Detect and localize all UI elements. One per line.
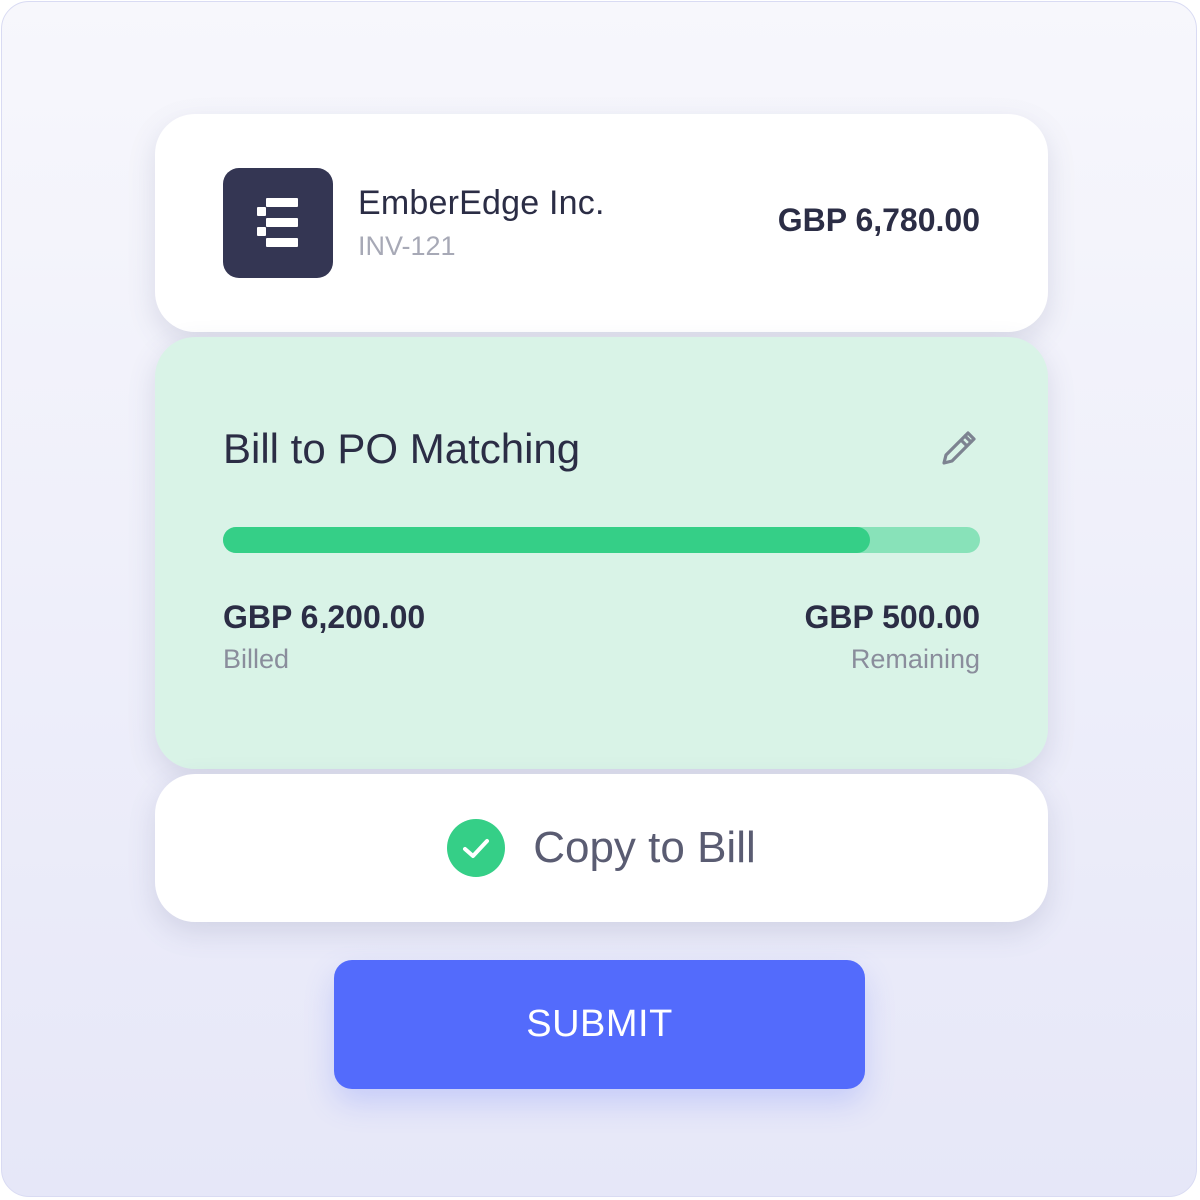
billed-label: Billed <box>223 644 290 674</box>
check-circle-icon <box>447 819 506 877</box>
matching-progress-fill <box>223 527 871 553</box>
vendor-card: EmberEdge Inc. INV-121 GBP 6,780.00 <box>155 114 1048 332</box>
matching-progress-bar <box>223 527 980 553</box>
vendor-name: EmberEdge Inc. <box>358 184 605 222</box>
copy-to-bill-toggle[interactable]: Copy to Bill <box>155 774 1048 922</box>
remaining-label: Remaining <box>850 644 980 674</box>
invoice-amount: GBP 6,780.00 <box>777 202 980 238</box>
po-matching-card: Bill to PO Matching GBP 6,200.00 Billed … <box>155 337 1048 769</box>
submit-button[interactable]: SUBMIT <box>334 960 865 1089</box>
remaining-amount: GBP 500.00 <box>804 599 980 635</box>
copy-to-bill-content: Copy to Bill <box>155 774 1048 922</box>
billed-amount: GBP 6,200.00 <box>223 599 426 635</box>
app-frame: EmberEdge Inc. INV-121 GBP 6,780.00 Bill… <box>1 1 1197 1197</box>
po-matching-title: Bill to PO Matching <box>223 425 581 472</box>
pencil-icon[interactable] <box>936 427 980 471</box>
copy-to-bill-label: Copy to Bill <box>533 823 756 872</box>
invoice-id: INV-121 <box>358 231 456 261</box>
emberedge-logo-icon <box>223 168 333 278</box>
